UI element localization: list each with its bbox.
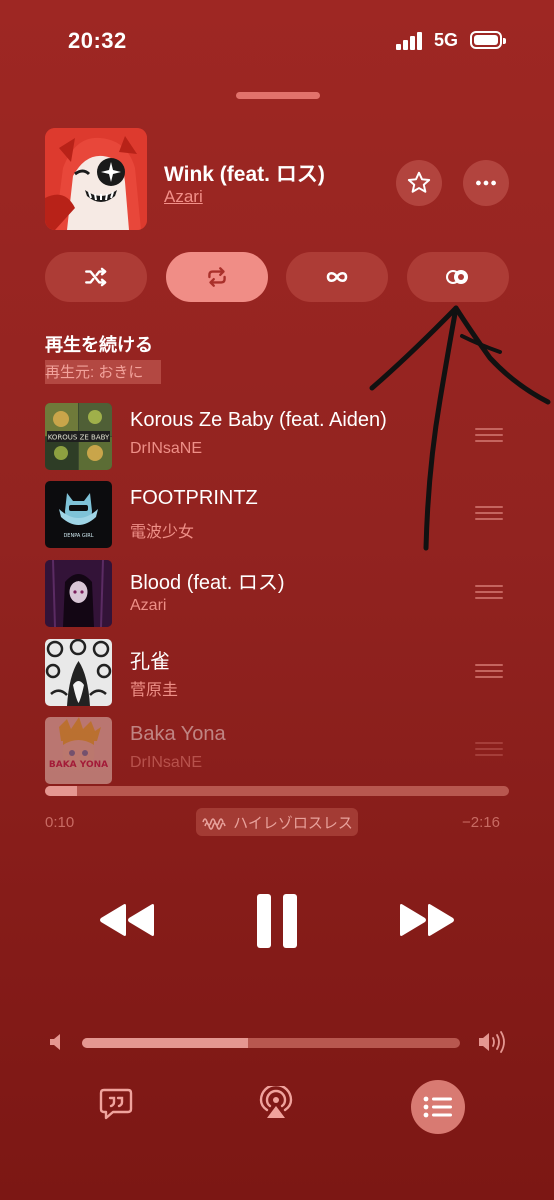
- airplay-button[interactable]: [258, 1083, 294, 1125]
- artwork-text: DENPA GIRL: [63, 533, 93, 539]
- crossfade-button[interactable]: [407, 252, 509, 302]
- elapsed-time: 0:10: [45, 814, 75, 831]
- track-title: Baka Yona: [130, 723, 226, 745]
- queue-button[interactable]: [411, 1080, 465, 1134]
- pause-button[interactable]: [255, 892, 299, 955]
- queue-row[interactable]: BAKA YONA Baka Yona DrINsaNE: [45, 717, 509, 785]
- repeat-icon: [208, 267, 226, 287]
- playback-scrubber[interactable]: [45, 786, 509, 796]
- repeat-button[interactable]: [166, 252, 268, 302]
- cellular-signal-icon: [396, 32, 426, 50]
- track-title: FOOTPRINTZ: [130, 487, 258, 509]
- autoplay-button[interactable]: [286, 252, 388, 302]
- track-artwork: KOROUS ZE BABY: [45, 403, 112, 470]
- rewind-icon: [100, 904, 154, 936]
- pause-icon: [257, 894, 297, 948]
- sheet-grabber[interactable]: [236, 92, 320, 99]
- queue-heading: 再生を続ける: [45, 335, 153, 355]
- favorite-button[interactable]: [396, 160, 442, 206]
- next-track-button[interactable]: [398, 900, 456, 945]
- lyrics-quote-icon: [99, 1088, 133, 1120]
- playback-progress-fill: [45, 786, 78, 796]
- network-type: 5G: [434, 30, 459, 50]
- artwork-text: KOROUS ZE BABY: [48, 434, 110, 442]
- ellipsis-icon: [476, 180, 496, 186]
- reorder-handle-icon[interactable]: [475, 428, 503, 444]
- audio-quality-badge[interactable]: ハイレゾロスレス: [196, 808, 358, 836]
- previous-track-button[interactable]: [98, 900, 156, 945]
- volume-slider[interactable]: [82, 1038, 460, 1048]
- volume-high-icon: [477, 1030, 507, 1059]
- track-title: 孔雀: [130, 651, 170, 673]
- volume-level-fill: [82, 1038, 249, 1048]
- track-artwork: [45, 639, 112, 706]
- lyrics-button[interactable]: [99, 1088, 133, 1125]
- battery-icon: [470, 31, 506, 49]
- queue-row[interactable]: 孔雀 菅原圭: [45, 639, 509, 707]
- toggle-icon: [446, 270, 468, 284]
- lossless-wave-icon: [202, 818, 226, 830]
- track-artist: DrINsaNE: [130, 440, 203, 457]
- queue-row[interactable]: KOROUS ZE BABY Korous Ze Baby (feat. Aid…: [45, 403, 509, 471]
- track-artist: 電波少女: [130, 524, 195, 541]
- remaining-time: −2:16: [462, 814, 500, 831]
- reorder-handle-icon[interactable]: [475, 742, 503, 758]
- shuffle-button[interactable]: [45, 252, 147, 302]
- track-artwork: BAKA YONA: [45, 717, 112, 784]
- status-time: 20:32: [68, 28, 127, 53]
- track-artist: DrINsaNE: [130, 754, 203, 771]
- list-icon: [423, 1096, 452, 1118]
- more-options-button[interactable]: [463, 160, 509, 206]
- fast-forward-icon: [400, 904, 454, 936]
- star-icon: [407, 171, 431, 193]
- reorder-handle-icon[interactable]: [475, 585, 503, 601]
- reorder-handle-icon[interactable]: [475, 664, 503, 680]
- track-artwork: DENPA GIRL: [45, 481, 112, 548]
- album-art[interactable]: [45, 128, 147, 230]
- track-title: Korous Ze Baby (feat. Aiden): [130, 409, 387, 431]
- volume-low-icon: [48, 1032, 64, 1057]
- now-playing-artist-link[interactable]: Azari: [164, 187, 203, 207]
- now-playing-title: Wink (feat. ロス): [164, 163, 325, 186]
- queue-source[interactable]: 再生元: おきに: [45, 360, 162, 384]
- audio-quality-label: ハイレゾロスレス: [233, 814, 353, 832]
- infinity-icon: [326, 271, 348, 283]
- shuffle-icon: [85, 267, 107, 287]
- queue-row[interactable]: Blood (feat. ロス) Azari: [45, 560, 509, 628]
- artwork-text: BAKA YONA: [49, 760, 108, 770]
- track-artwork: [45, 560, 112, 627]
- queue-row[interactable]: DENPA GIRL FOOTPRINTZ 電波少女: [45, 481, 509, 549]
- reorder-handle-icon[interactable]: [475, 506, 503, 522]
- airplay-icon: [259, 1083, 293, 1118]
- track-title: Blood (feat. ロス): [130, 572, 285, 594]
- track-artist: Azari: [130, 597, 167, 614]
- track-artist: 菅原圭: [130, 682, 179, 699]
- album-art-illustration: [45, 128, 147, 230]
